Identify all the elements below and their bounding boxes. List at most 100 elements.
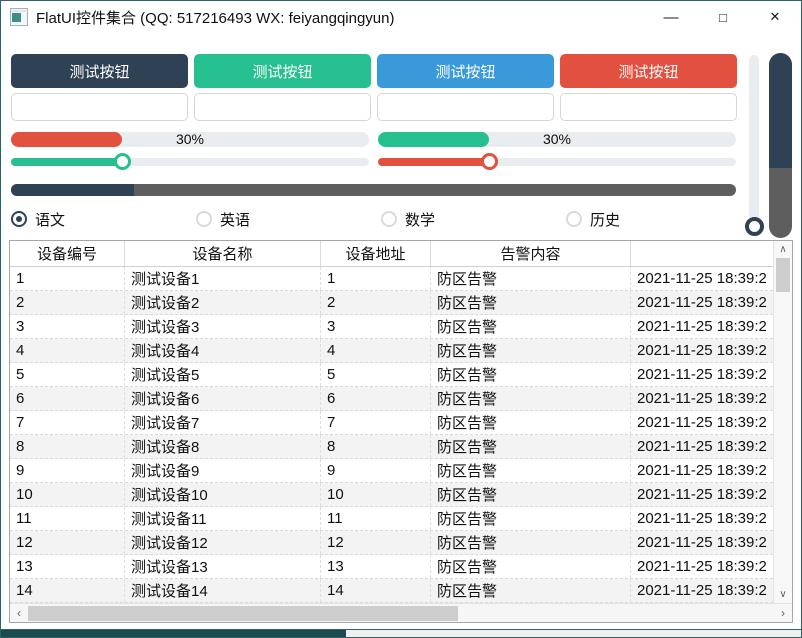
table-header-row: 设备编号 设备名称 设备地址 告警内容 <box>10 241 773 267</box>
table-cell: 防区告警 <box>431 315 631 338</box>
slider-left-handle[interactable] <box>113 153 131 170</box>
table-row[interactable]: 2 测试设备2 2 防区告警 2021-11-25 18:39:2 <box>10 291 773 315</box>
radio-label: 英语 <box>220 211 251 229</box>
table-cell: 测试设备13 <box>125 555 321 578</box>
device-alarm-table: 设备编号 设备名称 设备地址 告警内容 1 测试设备1 1 防区告警 2021-11-25 1… <box>9 240 793 623</box>
progress-bar-right: 30% <box>378 131 736 147</box>
table-row[interactable]: 11 测试设备11 11 防区告警 2021-11-25 18:39:2 <box>10 507 773 531</box>
close-button[interactable]: ✕ <box>749 1 801 33</box>
table-cell: 14 <box>321 579 431 602</box>
progress-bar-left: 30% <box>11 131 369 147</box>
table-main: 设备编号 设备名称 设备地址 告警内容 1 测试设备1 1 防区告警 2021-11-25 1… <box>10 241 792 603</box>
vertical-scrollbar-thumb[interactable] <box>776 258 790 292</box>
text-input-1[interactable] <box>11 93 188 121</box>
table-cell: 4 <box>10 339 125 362</box>
test-button-4[interactable]: 测试按钮 <box>560 54 737 88</box>
radio-英语[interactable]: 英语 <box>196 207 250 231</box>
table-cell: 测试设备10 <box>125 483 321 506</box>
table-cell: 1 <box>10 267 125 290</box>
slider-right-handle[interactable] <box>480 153 498 170</box>
inputs-row <box>11 93 737 121</box>
table-cell: 测试设备14 <box>125 579 321 602</box>
app-icon <box>10 8 28 26</box>
table-cell: 2 <box>321 291 431 314</box>
radio-label: 语文 <box>35 211 66 229</box>
table-cell: 14 <box>10 579 125 602</box>
maximize-button[interactable]: □ <box>697 1 749 33</box>
radio-circle-icon <box>196 211 212 227</box>
table-row[interactable]: 13 测试设备13 13 防区告警 2021-11-25 18:39:2 <box>10 555 773 579</box>
slider-right[interactable] <box>378 153 736 170</box>
radio-circle-icon <box>11 211 27 227</box>
table-cell: 2 <box>10 291 125 314</box>
vertical-progress-fill <box>769 53 792 168</box>
dark-progress-bar <box>11 184 736 196</box>
slider-right-fill <box>378 158 489 166</box>
table-horizontal-scrollbar[interactable]: ‹ › <box>10 603 792 622</box>
progress-label-right: 30% <box>542 131 572 147</box>
scroll-left-icon[interactable]: ‹ <box>10 604 28 622</box>
radio-语文[interactable]: 语文 <box>11 207 65 231</box>
scroll-down-icon[interactable]: ∨ <box>774 586 792 603</box>
table-row[interactable]: 6 测试设备6 6 防区告警 2021-11-25 18:39:2 <box>10 387 773 411</box>
table-row[interactable]: 1 测试设备1 1 防区告警 2021-11-25 18:39:2 <box>10 267 773 291</box>
slider-left-fill <box>11 158 122 166</box>
slider-left[interactable] <box>11 153 369 170</box>
table-cell: 测试设备8 <box>125 435 321 458</box>
test-button-1[interactable]: 测试按钮 <box>11 54 188 88</box>
table-cell: 防区告警 <box>431 363 631 386</box>
text-input-3[interactable] <box>377 93 554 121</box>
table-cell: 防区告警 <box>431 579 631 602</box>
title-bar: FlatUI控件集合 (QQ: 517216493 WX: feiyangqin… <box>1 1 801 33</box>
table-cell: 6 <box>10 387 125 410</box>
radio-数学[interactable]: 数学 <box>381 207 435 231</box>
table-cell: 测试设备9 <box>125 459 321 482</box>
table-header-cell: 设备编号 <box>10 241 125 266</box>
table-row[interactable]: 9 测试设备9 9 防区告警 2021-11-25 18:39:2 <box>10 459 773 483</box>
table-cell: 2021-11-25 18:39:2 <box>637 510 767 527</box>
vertical-progress-bar <box>769 53 792 238</box>
table-cell: 测试设备12 <box>125 531 321 554</box>
table-row[interactable]: 12 测试设备12 12 防区告警 2021-11-25 18:39:2 <box>10 531 773 555</box>
text-input-4[interactable] <box>560 93 737 121</box>
radio-历史[interactable]: 历史 <box>566 207 620 231</box>
backdrop-light-segment <box>346 630 801 637</box>
vertical-scrollbar-track[interactable] <box>774 292 792 586</box>
table-cell: 测试设备4 <box>125 339 321 362</box>
table-cell: 2021-11-25 18:39:2 <box>637 342 767 359</box>
table-cell: 12 <box>321 531 431 554</box>
vertical-slider-handle[interactable] <box>745 217 764 236</box>
table-cell: 2021-11-25 18:39:2 <box>637 294 767 311</box>
table-cell: 防区告警 <box>431 483 631 506</box>
scroll-right-icon[interactable]: › <box>774 604 792 622</box>
vertical-slider-track[interactable] <box>749 55 759 235</box>
table-row[interactable]: 14 测试设备14 14 防区告警 2021-11-25 18:39:2 <box>10 579 773 603</box>
table-cell: 防区告警 <box>431 387 631 410</box>
table-row[interactable]: 3 测试设备3 3 防区告警 2021-11-25 18:39:2 <box>10 315 773 339</box>
minimize-button[interactable]: — <box>645 1 697 33</box>
table-header-cell <box>631 241 773 266</box>
horizontal-scrollbar-thumb[interactable] <box>28 605 458 621</box>
table-cell: 2021-11-25 18:39:2 <box>637 318 767 335</box>
text-input-2[interactable] <box>194 93 371 121</box>
backdrop-dark-segment <box>1 630 346 637</box>
buttons-row: 测试按钮 测试按钮 测试按钮 测试按钮 <box>11 54 737 88</box>
table-cell: 2021-11-25 18:39:2 <box>637 582 767 599</box>
scroll-up-icon[interactable]: ∧ <box>774 241 792 258</box>
table-row[interactable]: 5 测试设备5 5 防区告警 2021-11-25 18:39:2 <box>10 363 773 387</box>
radio-label: 数学 <box>405 211 436 229</box>
table-cell: 防区告警 <box>431 411 631 434</box>
test-button-2[interactable]: 测试按钮 <box>194 54 371 88</box>
table-header-cell: 设备名称 <box>125 241 321 266</box>
table-row[interactable]: 8 测试设备8 8 防区告警 2021-11-25 18:39:2 <box>10 435 773 459</box>
table-row[interactable]: 10 测试设备10 10 防区告警 2021-11-25 18:39:2 <box>10 483 773 507</box>
test-button-3[interactable]: 测试按钮 <box>377 54 554 88</box>
table-header-cell: 告警内容 <box>431 241 631 266</box>
table-cell: 防区告警 <box>431 531 631 554</box>
table-vertical-scrollbar[interactable]: ∧ ∨ <box>773 241 792 603</box>
table-row[interactable]: 4 测试设备4 4 防区告警 2021-11-25 18:39:2 <box>10 339 773 363</box>
table-row[interactable]: 7 测试设备7 7 防区告警 2021-11-25 18:39:2 <box>10 411 773 435</box>
table-cell: 测试设备1 <box>125 267 321 290</box>
table-cell: 2021-11-25 18:39:2 <box>637 462 767 479</box>
radio-label: 历史 <box>590 211 621 229</box>
